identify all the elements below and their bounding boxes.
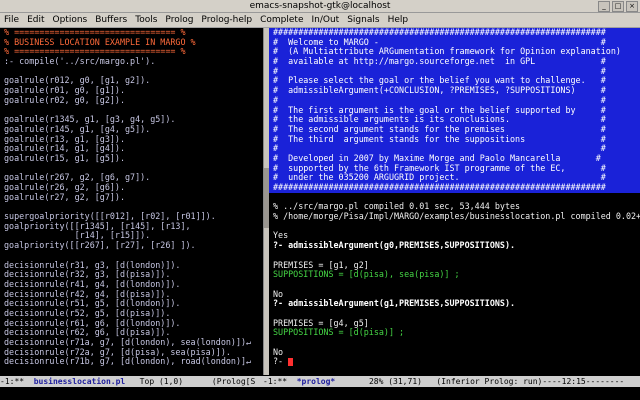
editor-pane-left[interactable]: % ================================ %% BU… <box>0 28 263 375</box>
prolog-output-line: ########################################… <box>269 28 640 38</box>
prolog-output-line: PREMISES = [g4, g5] <box>273 318 369 328</box>
prolog-output-line: # Please select the goal or the belief y… <box>269 76 640 87</box>
prolog-output-line: SUPPOSITIONS = [d(pisa), sea(pisa)] ; <box>273 270 460 280</box>
prolog-output-line: PREMISES = [g1, g2] <box>273 260 369 270</box>
prolog-output-line: No <box>273 289 284 299</box>
prolog-output-line <box>269 222 640 232</box>
close-icon[interactable]: × <box>626 1 638 12</box>
code-line: decisionrule(r71a, g7, [d(london), sea(l… <box>4 338 252 347</box>
code-line: goalrule(r02, g0, [g2]). <box>4 95 126 105</box>
code-line: % ================================ % <box>4 47 186 57</box>
code-line: goalpriority([[r267], [r27], [r26] ]). <box>4 241 196 251</box>
prolog-output-line: ?- admissibleArgument(g1,PREMISES,SUPPOS… <box>273 299 516 309</box>
prolog-output-line: ?- admissibleArgument(g0,PREMISES,SUPPOS… <box>273 241 516 251</box>
code-line: goalrule(r145, g1, [g4, g5]). <box>4 124 151 134</box>
prolog-output-line: # The first argument is the goal or the … <box>269 105 640 116</box>
code-line: goalrule(r13, g1, [g3]). <box>4 134 126 144</box>
code-line: decisionrule(r31, g3, [d(london)]). <box>4 260 181 270</box>
code-line: decisionrule(r32, g3, [d(pisa)]). <box>4 270 171 280</box>
menu-item-prolog[interactable]: Prolog <box>161 13 197 27</box>
menu-item-options[interactable]: Options <box>49 13 92 27</box>
prolog-output-line <box>269 280 640 290</box>
menu-item-help[interactable]: Help <box>384 13 413 27</box>
prolog-output-line: # available at http://margo.sourceforge.… <box>269 57 640 67</box>
prolog-output-line: # supported by the 6th Framework IST pro… <box>269 163 640 174</box>
prolog-output-line: # (A Multiattribute ARGumentation framew… <box>269 47 640 58</box>
minimize-icon[interactable]: _ <box>598 1 610 12</box>
code-line: [r14], [r15]]). <box>4 231 151 241</box>
text-cursor <box>288 357 294 366</box>
menu-item-buffers[interactable]: Buffers <box>91 13 131 27</box>
code-line: decisionrule(r41, g4, [d(london)]). <box>4 279 181 289</box>
maximize-icon[interactable]: □ <box>612 1 624 12</box>
modeline-left-prefix: -1:** <box>0 377 34 386</box>
window-title: emacs-snapshot-gtk@localhost <box>249 1 391 11</box>
prolog-output-line: # Developed in 2007 by Maxime Morge and … <box>269 153 640 164</box>
code-line: goalrule(r267, g2, [g6, g7]). <box>4 173 151 183</box>
prolog-output-line: % /home/morge/Pisa/Impl/MARGO/examples/b… <box>273 212 640 222</box>
code-line: goalpriority([[r1345], [r145], [r13], <box>4 221 191 231</box>
menu-item-signals[interactable]: Signals <box>343 13 383 27</box>
prolog-output-line: SUPPOSITIONS = [d(pisa)] ; <box>273 328 405 338</box>
menu-item-complete[interactable]: Complete <box>256 13 307 27</box>
buffer-name-left[interactable]: businesslocation.pl <box>34 377 126 386</box>
menu-item-file[interactable]: File <box>0 13 23 27</box>
code-line: goalrule(r1345, g1, [g3, g4, g5]). <box>4 115 176 125</box>
prolog-output-line: ########################################… <box>269 183 640 193</box>
prolog-output-line: # The second argument stands for the pre… <box>269 124 640 135</box>
prolog-output-line: # Welcome to MARGO - # <box>269 37 640 48</box>
prolog-output-line: # # <box>269 66 640 77</box>
prolog-output-line <box>269 338 640 348</box>
minibuffer[interactable] <box>0 388 640 400</box>
modeline-left: -1:** businesslocation.pl Top (1,0) (Pro… <box>0 376 263 387</box>
code-line: supergoalpriority([[r012], [r02], [r01]]… <box>4 212 216 222</box>
code-line: % BUSINESS LOCATION EXAMPLE IN MARGO % <box>4 37 196 47</box>
code-line: goalrule(r15, g1, [g5]). <box>4 153 126 163</box>
modeline-right: -1:** *prolog* 28% (31,71) (Inferior Pro… <box>263 376 640 387</box>
modeline-right-prefix: -1:** <box>263 377 297 386</box>
prolog-output-line: # the admissible arguments is its conclu… <box>269 115 640 125</box>
code-line: goalrule(r26, g2, [g6]). <box>4 183 126 192</box>
buffer-name-right[interactable]: *prolog* <box>297 377 336 386</box>
code-line: :- compile('../src/margo.pl'). <box>4 57 156 67</box>
menu-item-in-out[interactable]: In/Out <box>308 13 344 27</box>
prolog-output-line: # under the 035200 ARGUGRID project. # <box>269 173 640 183</box>
code-line: decisionrule(r42, g4, [d(pisa)]). <box>4 289 171 299</box>
window-titlebar: emacs-snapshot-gtk@localhost _ □ × <box>0 0 640 13</box>
code-line: decisionrule(r71b, g7, [d(london), road(… <box>4 357 252 367</box>
modeline-right-status: 28% (31,71) (Inferior Prolog: run)----12… <box>335 377 625 386</box>
code-line: decisionrule(r72a, g7, [d(pisa), sea(pis… <box>4 347 231 357</box>
code-line: goalrule(r012, g0, [g1, g2]). <box>4 76 151 86</box>
prolog-output-line: % ../src/margo.pl compiled 0.01 sec, 53,… <box>273 202 521 212</box>
prolog-output-line: Yes <box>273 231 289 241</box>
code-line: decisionrule(r52, g5, [d(pisa)]). <box>4 308 171 318</box>
code-line: decisionrule(r62, g6, [d(pisa)]). <box>4 328 171 338</box>
code-line: decisionrule(r61, g6, [d(london)]). <box>4 318 181 328</box>
prolog-output-line: No <box>273 347 284 357</box>
prolog-output-line: # The third argument stands for the supp… <box>269 134 640 145</box>
code-line: decisionrule(r51, g5, [d(london)]). <box>4 299 181 309</box>
prolog-output-line: # admissibleArgument(+CONCLUSION, ?PREMI… <box>269 86 640 96</box>
menu-item-prolog-help[interactable]: Prolog-help <box>197 13 256 27</box>
modeline-left-status: Top (1,0) (Prolog[S <box>125 377 256 386</box>
prolog-output-line <box>269 309 640 319</box>
menubar: File Edit Options Buffers Tools Prolog Prolog-… <box>0 13 640 28</box>
prolog-pane-right[interactable]: ########################################… <box>269 28 640 375</box>
code-line: % ================================ % <box>4 28 186 37</box>
menu-item-edit[interactable]: Edit <box>23 13 48 27</box>
menu-item-tools[interactable]: Tools <box>131 13 161 27</box>
prolog-output-line: # # <box>269 95 640 106</box>
code-line: goalrule(r01, g0, [g1]). <box>4 86 126 96</box>
code-line: goalrule(r27, g2, [g7]). <box>4 192 126 202</box>
prolog-output-line <box>269 193 640 203</box>
prolog-output-line: # # <box>269 144 640 154</box>
prolog-output-line: ?- <box>269 357 640 367</box>
prolog-output-line <box>269 251 640 261</box>
code-line: goalrule(r14, g1, [g4]). <box>4 144 126 154</box>
